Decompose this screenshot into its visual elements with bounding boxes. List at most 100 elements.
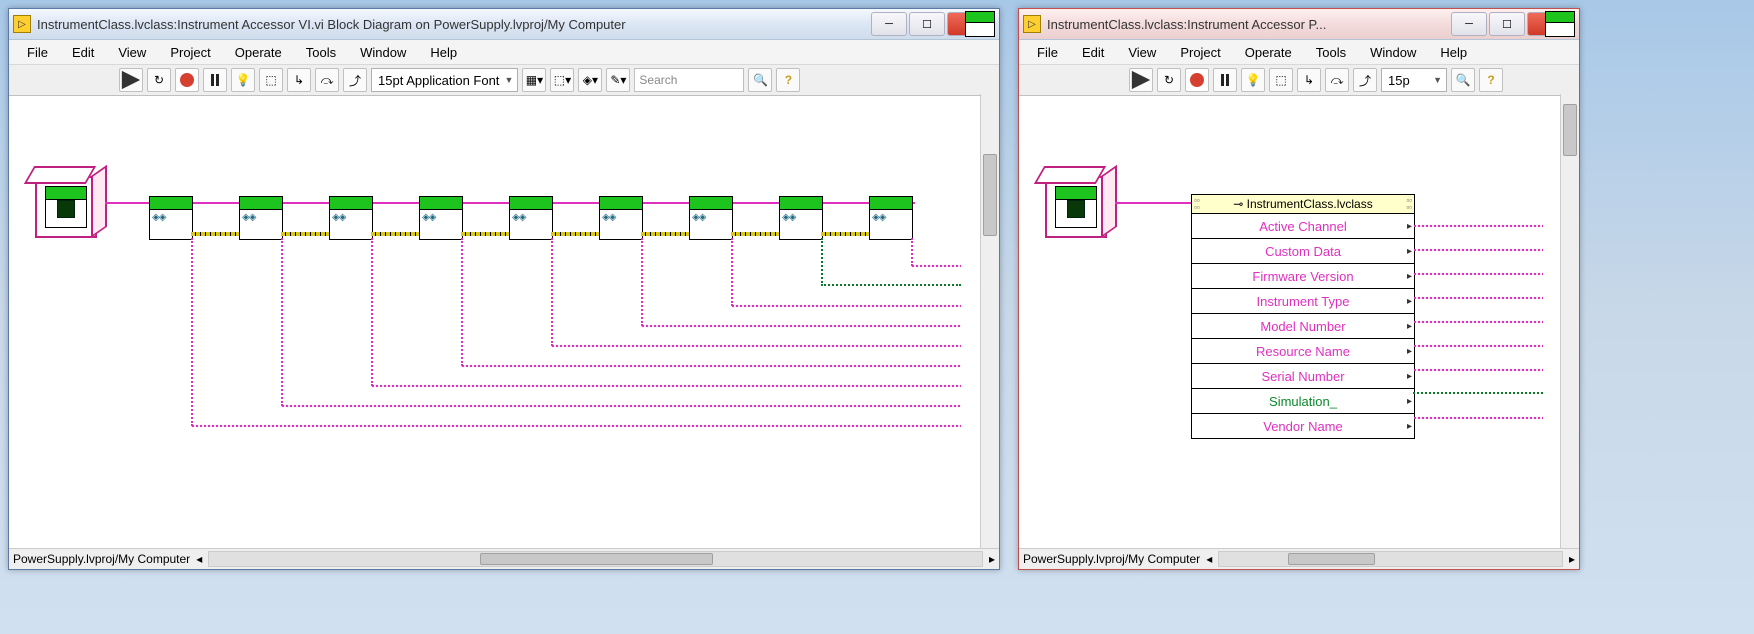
data-wire [1413, 320, 1543, 324]
error-wire [281, 232, 329, 236]
scroll-left-button[interactable]: ◂ [196, 552, 202, 566]
pause-button[interactable] [1213, 68, 1237, 92]
menu-help[interactable]: Help [420, 43, 467, 62]
minimize-button[interactable]: ─ [1451, 12, 1487, 36]
menu-tools[interactable]: Tools [296, 43, 346, 62]
font-selector[interactable]: 15pt Application Font [371, 68, 518, 92]
data-wire [281, 404, 961, 408]
accessor-node[interactable]: ◈◈ [689, 196, 733, 240]
unbundle-item-resource-name[interactable]: Resource Name▸ [1192, 339, 1414, 364]
search-input[interactable]: Search [634, 68, 744, 92]
class-input-terminal[interactable] [1045, 176, 1107, 238]
unbundle-item-active-channel[interactable]: Active Channel▸ [1192, 214, 1414, 239]
step-into-button[interactable]: ↳ [287, 68, 311, 92]
align-objects-button[interactable]: ▦▾ [522, 68, 546, 92]
retain-wire-values-button[interactable]: ⬚ [259, 68, 283, 92]
scroll-left-button[interactable]: ◂ [1206, 552, 1212, 566]
menu-edit[interactable]: Edit [62, 43, 104, 62]
menu-window[interactable]: Window [1360, 43, 1426, 62]
search-icon[interactable]: 🔍 [1451, 68, 1475, 92]
menu-operate[interactable]: Operate [1235, 43, 1302, 62]
abort-button[interactable] [1185, 68, 1209, 92]
statusbar: PowerSupply.lvproj/My Computer ◂ ▸ [9, 548, 999, 569]
unbundle-by-name[interactable]: ▫▫▫▫ ⊸ InstrumentClass.lvclass ▫▫▫▫ Acti… [1191, 194, 1415, 439]
retain-wire-values-button[interactable]: ⬚ [1269, 68, 1293, 92]
error-wire [191, 232, 239, 236]
unbundle-item-instrument-type[interactable]: Instrument Type▸ [1192, 289, 1414, 314]
menu-help[interactable]: Help [1430, 43, 1477, 62]
block-diagram-canvas[interactable]: ◈◈ ◈◈ ◈◈ ◈◈ ◈◈ ◈◈ ◈◈ ◈◈ ◈◈ [9, 96, 979, 536]
accessor-node[interactable]: ◈◈ [869, 196, 913, 240]
horizontal-scrollbar[interactable] [1218, 551, 1563, 567]
step-into-button[interactable]: ↳ [1297, 68, 1321, 92]
step-out-button[interactable]: ⤴ [343, 68, 367, 92]
accessor-node[interactable]: ◈◈ [329, 196, 373, 240]
menu-view[interactable]: View [108, 43, 156, 62]
accessor-node[interactable]: ◈◈ [779, 196, 823, 240]
maximize-button[interactable]: ☐ [909, 12, 945, 36]
font-selector[interactable]: 15p [1381, 68, 1447, 92]
titlebar[interactable]: ▷ InstrumentClass.lvclass:Instrument Acc… [1019, 9, 1579, 40]
run-button[interactable] [1129, 68, 1153, 92]
accessor-node[interactable]: ◈◈ [419, 196, 463, 240]
pause-button[interactable] [203, 68, 227, 92]
unbundle-item-firmware-version[interactable]: Firmware Version▸ [1192, 264, 1414, 289]
step-out-button[interactable]: ⤴ [1353, 68, 1377, 92]
highlight-execution-button[interactable]: 💡 [1241, 68, 1265, 92]
class-input-terminal[interactable] [35, 176, 97, 238]
help-button[interactable]: ? [1479, 68, 1503, 92]
unbundle-item-simulation[interactable]: Simulation_▸ [1192, 389, 1414, 414]
scroll-right-button[interactable]: ▸ [989, 552, 995, 566]
run-button[interactable] [119, 68, 143, 92]
unbundle-item-custom-data[interactable]: Custom Data▸ [1192, 239, 1414, 264]
block-diagram-canvas[interactable]: ▫▫▫▫ ⊸ InstrumentClass.lvclass ▫▫▫▫ Acti… [1019, 96, 1559, 536]
vi-icon-indicator[interactable] [965, 11, 995, 37]
accessor-node[interactable]: ◈◈ [149, 196, 193, 240]
accessor-node[interactable]: ◈◈ [239, 196, 283, 240]
step-over-button[interactable]: ⤼ [315, 68, 339, 92]
step-over-button[interactable]: ⤼ [1325, 68, 1349, 92]
unbundle-item-vendor-name[interactable]: Vendor Name▸ [1192, 414, 1414, 438]
data-wire [911, 264, 961, 268]
reorder-button[interactable]: ✎▾ [606, 68, 630, 92]
accessor-node[interactable]: ◈◈ [509, 196, 553, 240]
minimize-button[interactable]: ─ [871, 12, 907, 36]
error-wire [641, 232, 689, 236]
run-continuously-button[interactable]: ↻ [1157, 68, 1181, 92]
resize-objects-button[interactable]: ◈▾ [578, 68, 602, 92]
data-wire [281, 238, 285, 406]
titlebar[interactable]: ▷ InstrumentClass.lvclass:Instrument Acc… [9, 9, 999, 40]
search-icon[interactable]: 🔍 [748, 68, 772, 92]
help-button[interactable]: ? [776, 68, 800, 92]
menu-project[interactable]: Project [160, 43, 220, 62]
vertical-scrollbar[interactable] [1560, 94, 1579, 549]
window-title: InstrumentClass.lvclass:Instrument Acces… [37, 17, 863, 32]
horizontal-scrollbar[interactable] [208, 551, 983, 567]
menu-tools[interactable]: Tools [1306, 43, 1356, 62]
vertical-scrollbar[interactable] [980, 94, 999, 549]
data-wire [641, 324, 961, 328]
menu-view[interactable]: View [1118, 43, 1166, 62]
abort-button[interactable] [175, 68, 199, 92]
data-wire [191, 238, 195, 426]
menu-project[interactable]: Project [1170, 43, 1230, 62]
unbundle-item-model-number[interactable]: Model Number▸ [1192, 314, 1414, 339]
scroll-right-button[interactable]: ▸ [1569, 552, 1575, 566]
block-diagram-window: ▷ InstrumentClass.lvclass:Instrument Acc… [8, 8, 1000, 570]
menu-file[interactable]: File [1027, 43, 1068, 62]
maximize-button[interactable]: ☐ [1489, 12, 1525, 36]
data-wire [1413, 248, 1543, 252]
vi-icon-indicator[interactable] [1545, 11, 1575, 37]
unbundle-item-serial-number[interactable]: Serial Number▸ [1192, 364, 1414, 389]
data-wire [551, 344, 961, 348]
accessor-node[interactable]: ◈◈ [599, 196, 643, 240]
menu-window[interactable]: Window [350, 43, 416, 62]
menu-file[interactable]: File [17, 43, 58, 62]
distribute-objects-button[interactable]: ⬚▾ [550, 68, 574, 92]
run-continuously-button[interactable]: ↻ [147, 68, 171, 92]
highlight-execution-button[interactable]: 💡 [231, 68, 255, 92]
labview-icon: ▷ [13, 15, 31, 33]
menu-operate[interactable]: Operate [225, 43, 292, 62]
data-wire [551, 238, 555, 346]
menu-edit[interactable]: Edit [1072, 43, 1114, 62]
